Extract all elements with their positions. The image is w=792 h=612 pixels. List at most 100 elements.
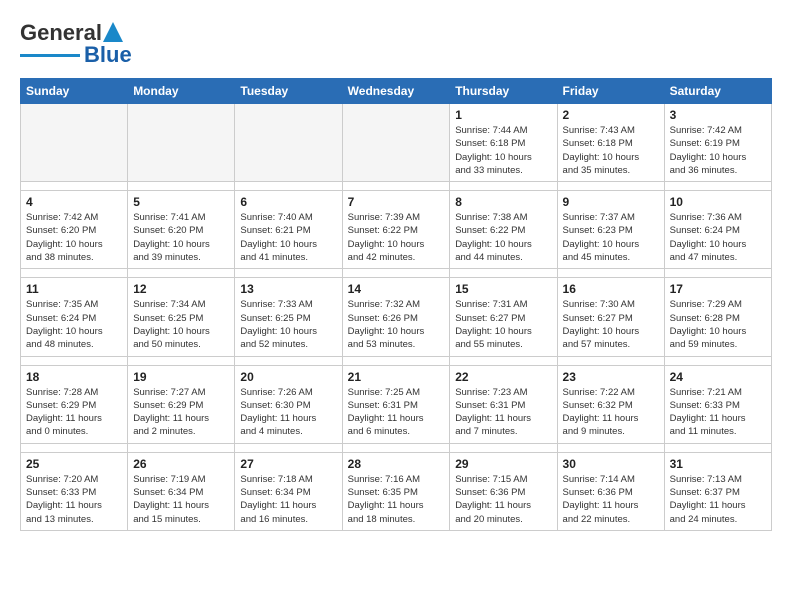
row-divider-cell — [21, 269, 128, 278]
row-divider-cell — [342, 182, 450, 191]
day-info: Sunrise: 7:37 AM Sunset: 6:23 PM Dayligh… — [563, 211, 659, 264]
calendar-cell: 5Sunrise: 7:41 AM Sunset: 6:20 PM Daylig… — [128, 191, 235, 269]
day-info: Sunrise: 7:35 AM Sunset: 6:24 PM Dayligh… — [26, 298, 122, 351]
calendar-cell: 2Sunrise: 7:43 AM Sunset: 6:18 PM Daylig… — [557, 104, 664, 182]
day-info: Sunrise: 7:29 AM Sunset: 6:28 PM Dayligh… — [670, 298, 766, 351]
row-divider-cell — [128, 356, 235, 365]
day-number: 2 — [563, 108, 659, 122]
day-number: 4 — [26, 195, 122, 209]
day-number: 23 — [563, 370, 659, 384]
calendar-header-tuesday: Tuesday — [235, 79, 342, 104]
logo-icon — [103, 22, 123, 44]
day-info: Sunrise: 7:13 AM Sunset: 6:37 PM Dayligh… — [670, 473, 766, 526]
row-divider-cell — [21, 356, 128, 365]
row-divider-cell — [235, 356, 342, 365]
day-number: 19 — [133, 370, 229, 384]
calendar-cell — [128, 104, 235, 182]
day-info: Sunrise: 7:41 AM Sunset: 6:20 PM Dayligh… — [133, 211, 229, 264]
day-number: 20 — [240, 370, 336, 384]
logo-blue: Blue — [84, 42, 132, 68]
calendar-cell: 20 Sunrise: 7:26 AM Sunset: 6:30 PM Dayli… — [235, 365, 342, 443]
day-number: 14 — [348, 282, 445, 296]
day-info: Sunrise: 7:22 AM Sunset: 6:32 PM Dayligh… — [563, 386, 659, 439]
day-number: 11 — [26, 282, 122, 296]
calendar-cell: 19Sunrise: 7:27 AM Sunset: 6:29 PM Dayli… — [128, 365, 235, 443]
calendar-cell: 28Sunrise: 7:16 AM Sunset: 6:35 PM Dayli… — [342, 452, 450, 530]
calendar-cell: 15 Sunrise: 7:31 AM Sunset: 6:27 PM Dayli… — [450, 278, 557, 356]
calendar-week-row: 25Sunrise: 7:20 AM Sunset: 6:33 PM Dayli… — [21, 452, 772, 530]
day-number: 27 — [240, 457, 336, 471]
day-number: 29 — [455, 457, 551, 471]
calendar-week-row: 18 Sunrise: 7:28 AM Sunset: 6:29 PM Dayli… — [21, 365, 772, 443]
calendar-cell: 30Sunrise: 7:14 AM Sunset: 6:36 PM Dayli… — [557, 452, 664, 530]
calendar-cell: 16 Sunrise: 7:30 AM Sunset: 6:27 PM Dayli… — [557, 278, 664, 356]
row-divider-cell — [128, 182, 235, 191]
calendar-cell: 26Sunrise: 7:19 AM Sunset: 6:34 PM Dayli… — [128, 452, 235, 530]
calendar-week-row: 1Sunrise: 7:44 AM Sunset: 6:18 PM Daylig… — [21, 104, 772, 182]
calendar-cell: 29 Sunrise: 7:15 AM Sunset: 6:36 PM Dayli… — [450, 452, 557, 530]
calendar-cell: 31Sunrise: 7:13 AM Sunset: 6:37 PM Dayli… — [664, 452, 771, 530]
calendar-cell: 10Sunrise: 7:36 AM Sunset: 6:24 PM Dayli… — [664, 191, 771, 269]
day-number: 12 — [133, 282, 229, 296]
row-divider-cell — [128, 443, 235, 452]
calendar-header-sunday: Sunday — [21, 79, 128, 104]
calendar-header-monday: Monday — [128, 79, 235, 104]
day-number: 7 — [348, 195, 445, 209]
calendar-cell: 27Sunrise: 7:18 AM Sunset: 6:34 PM Dayli… — [235, 452, 342, 530]
row-divider-cell — [450, 182, 557, 191]
calendar-cell: 23 Sunrise: 7:22 AM Sunset: 6:32 PM Dayli… — [557, 365, 664, 443]
day-number: 24 — [670, 370, 766, 384]
calendar-header-row: SundayMondayTuesdayWednesdayThursdayFrid… — [21, 79, 772, 104]
header: General Blue — [20, 20, 772, 68]
day-info: Sunrise: 7:15 AM Sunset: 6:36 PM Dayligh… — [455, 473, 551, 526]
row-divider-cell — [664, 182, 771, 191]
day-info: Sunrise: 7:36 AM Sunset: 6:24 PM Dayligh… — [670, 211, 766, 264]
calendar-header-thursday: Thursday — [450, 79, 557, 104]
day-number: 21 — [348, 370, 445, 384]
calendar-cell: 12 Sunrise: 7:34 AM Sunset: 6:25 PM Dayli… — [128, 278, 235, 356]
row-divider-cell — [664, 356, 771, 365]
row-divider-cell — [128, 269, 235, 278]
day-info: Sunrise: 7:42 AM Sunset: 6:19 PM Dayligh… — [670, 124, 766, 177]
day-number: 16 — [563, 282, 659, 296]
day-info: Sunrise: 7:23 AM Sunset: 6:31 PM Dayligh… — [455, 386, 551, 439]
row-divider-cell — [342, 356, 450, 365]
day-info: Sunrise: 7:33 AM Sunset: 6:25 PM Dayligh… — [240, 298, 336, 351]
row-divider-cell — [450, 443, 557, 452]
day-info: Sunrise: 7:31 AM Sunset: 6:27 PM Dayligh… — [455, 298, 551, 351]
calendar-header-friday: Friday — [557, 79, 664, 104]
day-number: 6 — [240, 195, 336, 209]
day-info: Sunrise: 7:21 AM Sunset: 6:33 PM Dayligh… — [670, 386, 766, 439]
day-number: 25 — [26, 457, 122, 471]
calendar-header-saturday: Saturday — [664, 79, 771, 104]
calendar-cell: 4Sunrise: 7:42 AM Sunset: 6:20 PM Daylig… — [21, 191, 128, 269]
day-info: Sunrise: 7:30 AM Sunset: 6:27 PM Dayligh… — [563, 298, 659, 351]
row-divider-cell — [450, 269, 557, 278]
calendar-cell — [21, 104, 128, 182]
page: General Blue SundayMondayTuesdayWednesda… — [0, 0, 792, 541]
calendar-cell: 17Sunrise: 7:29 AM Sunset: 6:28 PM Dayli… — [664, 278, 771, 356]
logo: General Blue — [20, 20, 132, 68]
day-info: Sunrise: 7:26 AM Sunset: 6:30 PM Dayligh… — [240, 386, 336, 439]
day-info: Sunrise: 7:25 AM Sunset: 6:31 PM Dayligh… — [348, 386, 445, 439]
row-divider-cell — [450, 356, 557, 365]
day-info: Sunrise: 7:44 AM Sunset: 6:18 PM Dayligh… — [455, 124, 551, 177]
calendar-cell: 6Sunrise: 7:40 AM Sunset: 6:21 PM Daylig… — [235, 191, 342, 269]
calendar-cell: 8Sunrise: 7:38 AM Sunset: 6:22 PM Daylig… — [450, 191, 557, 269]
row-divider-cell — [235, 269, 342, 278]
day-number: 15 — [455, 282, 551, 296]
calendar-cell: 24 Sunrise: 7:21 AM Sunset: 6:33 PM Dayli… — [664, 365, 771, 443]
day-info: Sunrise: 7:19 AM Sunset: 6:34 PM Dayligh… — [133, 473, 229, 526]
row-divider-cell — [235, 443, 342, 452]
calendar-cell — [342, 104, 450, 182]
calendar-cell: 25Sunrise: 7:20 AM Sunset: 6:33 PM Dayli… — [21, 452, 128, 530]
day-number: 18 — [26, 370, 122, 384]
day-info: Sunrise: 7:28 AM Sunset: 6:29 PM Dayligh… — [26, 386, 122, 439]
row-divider-cell — [235, 182, 342, 191]
calendar-week-row: 11 Sunrise: 7:35 AM Sunset: 6:24 PM Dayli… — [21, 278, 772, 356]
row-divider-cell — [664, 443, 771, 452]
day-number: 9 — [563, 195, 659, 209]
day-info: Sunrise: 7:34 AM Sunset: 6:25 PM Dayligh… — [133, 298, 229, 351]
day-info: Sunrise: 7:38 AM Sunset: 6:22 PM Dayligh… — [455, 211, 551, 264]
calendar-cell: 1Sunrise: 7:44 AM Sunset: 6:18 PM Daylig… — [450, 104, 557, 182]
